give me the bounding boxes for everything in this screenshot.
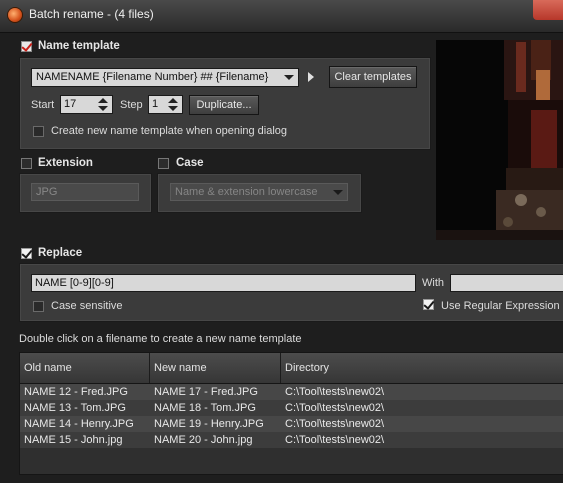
name-template-panel: NAMENAME {Filename Number} ## {Filename}… — [19, 57, 431, 150]
chevron-down-icon — [333, 190, 343, 195]
cell-old-name: NAME 14 - Henry.JPG — [24, 418, 134, 430]
cell-directory: C:\Tool\tests\new02\ — [285, 402, 385, 414]
start-stepper[interactable]: 17 — [60, 95, 113, 114]
table-row[interactable]: NAME 15 - John.jpg NAME 20 - John.jpg C:… — [20, 432, 563, 448]
step-stepper[interactable]: 1 — [148, 95, 183, 114]
case-checkbox[interactable] — [158, 158, 169, 169]
template-select-value: NAMENAME {Filename Number} ## {Filename} — [36, 71, 269, 83]
column-header-new-name[interactable]: New name — [150, 353, 281, 383]
step-label: Step — [120, 99, 143, 111]
find-input[interactable]: NAME [0-9][0-9] — [31, 274, 416, 292]
case-panel: Name & extension lowercase — [157, 173, 362, 213]
cell-directory: C:\Tool\tests\new02\ — [285, 386, 385, 398]
case-sensitive-checkbox[interactable] — [33, 301, 44, 312]
with-input[interactable] — [450, 274, 563, 292]
replace-label: Replace — [38, 247, 83, 259]
use-regex-label: Use Regular Expression — [441, 300, 560, 312]
stepper-down-icon[interactable] — [98, 106, 108, 111]
case-select-value: Name & extension lowercase — [175, 186, 318, 198]
case-sensitive-label: Case sensitive — [51, 300, 123, 312]
template-select[interactable]: NAMENAME {Filename Number} ## {Filename} — [31, 68, 299, 87]
case-label: Case — [176, 157, 204, 169]
clear-templates-button[interactable]: Clear templates — [329, 66, 417, 88]
cell-old-name: NAME 13 - Tom.JPG — [24, 402, 126, 414]
extension-checkbox[interactable] — [21, 158, 32, 169]
title-bar[interactable]: Batch rename - (4 files) — [0, 0, 563, 33]
duplicate-button[interactable]: Duplicate... — [189, 95, 259, 115]
table-header: Old name New name Directory — [20, 353, 563, 384]
cell-old-name: NAME 15 - John.jpg — [24, 434, 123, 446]
close-button[interactable] — [533, 0, 563, 20]
start-value: 17 — [64, 98, 77, 110]
use-regex-checkbox[interactable] — [423, 299, 434, 310]
create-new-template-checkbox[interactable] — [33, 126, 44, 137]
cell-new-name: NAME 20 - John.jpg — [154, 434, 253, 446]
name-template-label: Name template — [38, 40, 120, 52]
extension-panel: JPG — [19, 173, 152, 213]
table-row[interactable]: NAME 14 - Henry.JPG NAME 19 - Henry.JPG … — [20, 416, 563, 432]
cell-new-name: NAME 19 - Henry.JPG — [154, 418, 264, 430]
hint-text: Double click on a filename to create a n… — [19, 333, 302, 345]
create-new-template-label: Create new name template when opening di… — [51, 125, 288, 137]
stepper-up-icon[interactable] — [98, 98, 108, 103]
cell-directory: C:\Tool\tests\new02\ — [285, 434, 385, 446]
template-menu-arrow-icon[interactable] — [308, 72, 314, 82]
table-row[interactable]: NAME 12 - Fred.JPG NAME 17 - Fred.JPG C:… — [20, 384, 563, 400]
preview-photo — [436, 40, 563, 240]
stepper-up-icon[interactable] — [168, 98, 178, 103]
cell-new-name: NAME 18 - Tom.JPG — [154, 402, 256, 414]
extension-field[interactable]: JPG — [31, 183, 139, 201]
chevron-down-icon — [284, 75, 294, 80]
case-select[interactable]: Name & extension lowercase — [170, 183, 348, 201]
replace-panel: NAME [0-9][0-9] With Case sensitive Use … — [19, 263, 563, 322]
cell-directory: C:\Tool\tests\new02\ — [285, 418, 385, 430]
column-header-directory[interactable]: Directory — [281, 353, 563, 383]
files-table[interactable]: Old name New name Directory NAME 12 - Fr… — [19, 352, 563, 475]
cell-old-name: NAME 12 - Fred.JPG — [24, 386, 128, 398]
column-header-old-name[interactable]: Old name — [20, 353, 150, 383]
replace-checkbox[interactable] — [21, 248, 32, 259]
with-label: With — [422, 277, 444, 289]
step-value: 1 — [152, 98, 159, 110]
stepper-down-icon[interactable] — [168, 106, 178, 111]
window-title: Batch rename - (4 files) — [29, 7, 154, 21]
image-preview — [436, 40, 563, 240]
name-template-checkbox[interactable] — [21, 41, 32, 52]
app-icon — [8, 8, 22, 22]
start-label: Start — [31, 99, 55, 111]
extension-label: Extension — [38, 157, 93, 169]
cell-new-name: NAME 17 - Fred.JPG — [154, 386, 258, 398]
table-row[interactable]: NAME 13 - Tom.JPG NAME 18 - Tom.JPG C:\T… — [20, 400, 563, 416]
